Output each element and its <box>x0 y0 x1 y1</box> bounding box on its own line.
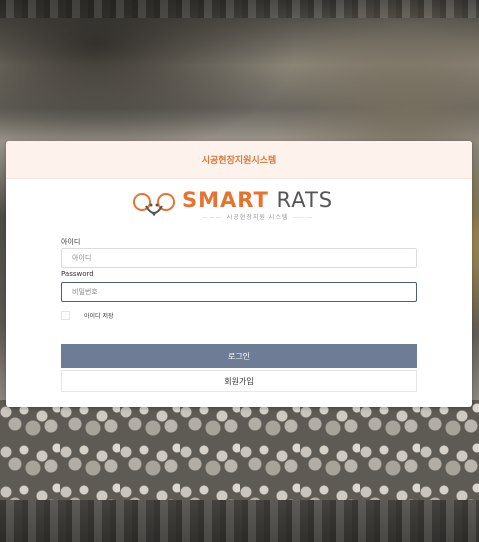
background-gravel <box>0 400 479 500</box>
login-button[interactable]: 로그인 <box>61 344 417 368</box>
join-button[interactable]: 회원가입 <box>61 370 417 392</box>
id-input[interactable] <box>61 248 417 268</box>
system-title: 시공현장지원시스템 <box>201 156 277 166</box>
card-header: 시공현장지원시스템 <box>6 141 472 179</box>
logo: SMART RATS 시공현장지원 시스템 <box>132 189 333 221</box>
id-label: 아이디 <box>61 238 81 246</box>
password-label: Password <box>61 270 94 278</box>
remember-id-label: 아이디 저장 <box>84 313 114 320</box>
password-input[interactable] <box>61 282 417 302</box>
remember-id-option[interactable]: 아이디 저장 <box>61 311 114 320</box>
remember-id-checkbox[interactable] <box>61 311 70 320</box>
rat-logo-icon <box>133 193 175 217</box>
background-machinery <box>0 0 479 18</box>
logo-rats-text: RATS <box>268 188 334 212</box>
logo-smart-text: SMART <box>182 188 269 212</box>
background-machinery-bottom <box>0 500 479 542</box>
logo-subtitle: 시공현장지원 시스템 <box>182 212 333 221</box>
login-card: 시공현장지원시스템 SMART RATS 시공현장지원 시스템 아이디 Pass… <box>6 141 472 407</box>
